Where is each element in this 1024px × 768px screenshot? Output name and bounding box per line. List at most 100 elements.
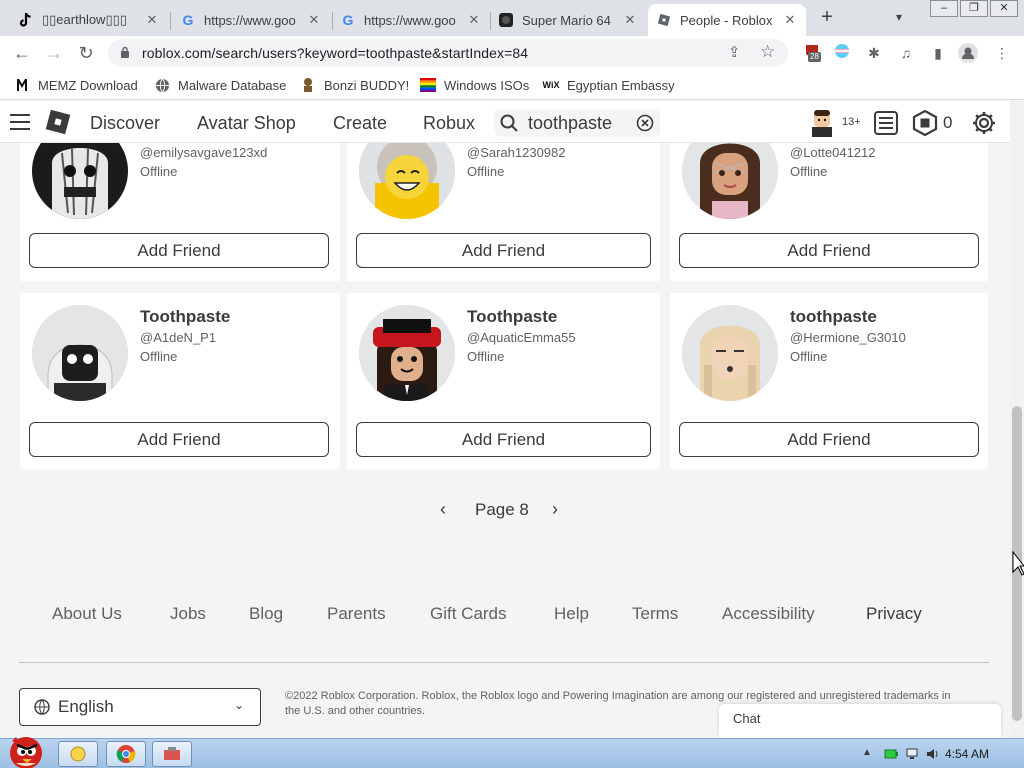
new-tab-button[interactable]: + [817,6,837,30]
settings-gear-icon[interactable] [971,110,997,136]
footer-link-terms[interactable]: Terms [632,604,678,624]
notifications-list-icon[interactable] [873,110,899,136]
presence-status: Offline [790,349,828,364]
user-card[interactable]: @Lotte041212 Offline Add Friend [670,143,988,281]
pride-extension-icon[interactable] [832,43,852,63]
network-icon[interactable] [906,747,920,761]
minimize-icon[interactable]: – [930,0,958,17]
address-bar[interactable]: roblox.com/search/users?keyword=toothpas… [108,39,788,67]
roblox-logo-icon[interactable] [45,109,71,135]
user-avatar-image[interactable] [359,305,455,401]
google-icon: G [182,12,194,28]
bookmark-memz[interactable]: MEMZ Download [14,77,138,93]
chevron-left-icon[interactable]: ‹ [440,499,446,520]
add-friend-button[interactable]: Add Friend [356,422,651,457]
tab-super-mario[interactable]: Super Mario 64 ✕ [490,4,646,36]
nav-robux[interactable]: Robux [423,113,475,134]
footer-link-gift-cards[interactable]: Gift Cards [430,604,507,624]
close-tab-icon[interactable]: ✕ [466,12,482,28]
tab-google-2[interactable]: G https://www.goo ✕ [332,4,490,36]
add-friend-button[interactable]: Add Friend [29,233,329,268]
volume-icon[interactable] [926,747,940,761]
chevron-down-icon: ⌄ [234,698,245,712]
user-avatar-image[interactable] [359,143,455,219]
hamburger-menu-icon[interactable] [10,114,30,130]
tray-expand-icon[interactable]: ▲ [862,747,876,761]
puzzle-extensions-icon[interactable]: ✱ [864,43,884,63]
footer-link-help[interactable]: Help [554,604,589,624]
user-avatar-image[interactable] [682,143,778,219]
close-tab-icon[interactable]: ✕ [306,12,322,28]
battery-icon[interactable] [884,747,898,761]
extension-icon[interactable]: 28 [802,43,822,63]
chevron-right-icon[interactable]: › [552,499,558,520]
media-controls-icon[interactable]: ♫ [896,43,916,63]
footer-links: About Us Jobs Blog Parents Gift Cards He… [52,604,952,626]
page-scrollbar[interactable] [1010,101,1024,738]
user-avatar[interactable] [809,109,835,137]
footer-link-parents[interactable]: Parents [327,604,386,624]
extension-badge: 28 [808,52,821,62]
forward-arrow-icon[interactable]: → [41,40,67,66]
display-name[interactable]: toothpaste [790,307,877,327]
tab-people-roblox[interactable]: People - Roblox ✕ [648,4,806,36]
taskbar-explorer[interactable] [58,741,98,767]
add-friend-button[interactable]: Add Friend [29,422,329,457]
tab-search-chevron-icon[interactable]: ▾ [896,6,902,28]
nav-create[interactable]: Create [333,113,387,134]
footer-link-blog[interactable]: Blog [249,604,283,624]
add-friend-button[interactable]: Add Friend [679,233,979,268]
age-badge: 13+ [842,116,861,128]
clear-search-icon[interactable] [636,114,654,132]
user-card[interactable]: @emilysavgave123xd Offline Add Friend [20,143,340,281]
footer-link-about-us[interactable]: About Us [52,604,122,624]
nav-avatar-shop[interactable]: Avatar Shop [197,113,296,134]
user-card[interactable]: Toothpaste @A1deN_P1 Offline Add Friend [20,293,340,469]
share-icon[interactable]: ⇪ [728,43,741,61]
user-card[interactable]: @Sarah1230982 Offline Add Friend [347,143,660,281]
nav-discover[interactable]: Discover [90,113,160,134]
bookmark-windows-isos[interactable]: Windows ISOs [420,77,529,93]
tab-google-1[interactable]: G https://www.goo ✕ [172,4,330,36]
close-tab-icon[interactable]: ✕ [622,12,638,28]
username: @Lotte041212 [790,145,876,160]
close-tab-icon[interactable]: ✕ [144,12,160,28]
search-input[interactable]: toothpaste [494,109,660,137]
tab-title: https://www.goo [204,12,296,28]
user-avatar-image[interactable] [32,305,128,401]
angry-bird-start-icon[interactable] [2,729,48,768]
taskbar-app[interactable] [152,741,192,767]
close-tab-icon[interactable]: ✕ [782,12,798,28]
bookmark-egyptian-embassy[interactable]: WiX Egyptian Embassy [543,77,675,93]
chat-panel[interactable]: Chat [719,704,1001,738]
clock[interactable]: 4:54 AM [945,747,989,761]
robux-icon[interactable] [912,110,938,136]
presence-status: Offline [467,164,505,179]
user-card[interactable]: toothpaste @Hermione_G3010 Offline Add F… [670,293,988,469]
profile-avatar-icon[interactable] [958,43,978,63]
bookmark-malware-database[interactable]: Malware Database [154,77,286,93]
close-window-icon[interactable]: ✕ [990,0,1018,17]
more-menu-icon[interactable]: ⋮ [992,43,1012,63]
app-icon [164,747,180,760]
user-avatar-image[interactable] [682,305,778,401]
reload-icon[interactable]: ↻ [73,40,99,66]
add-friend-button[interactable]: Add Friend [679,422,979,457]
bookmark-star-icon[interactable]: ☆ [760,42,775,62]
add-friend-button[interactable]: Add Friend [356,233,651,268]
footer-link-privacy[interactable]: Privacy [866,604,922,624]
user-avatar-image[interactable] [32,143,128,219]
footer-link-accessibility[interactable]: Accessibility [722,604,815,624]
user-card[interactable]: Toothpaste @AquaticEmma55 Offline Add Fr… [347,293,660,469]
back-arrow-icon[interactable]: ← [9,40,35,66]
taskbar-chrome[interactable] [106,741,146,767]
display-name[interactable]: Toothpaste [140,307,230,327]
tab-tiktok[interactable]: ▯▯earthlow▯▯▯ ✕ [10,4,168,36]
language-selector[interactable]: English ⌄ [19,688,261,726]
username: @Hermione_G3010 [790,330,906,345]
display-name[interactable]: Toothpaste [467,307,557,327]
side-panel-icon[interactable]: ▮ [928,43,948,63]
footer-link-jobs[interactable]: Jobs [170,604,206,624]
bookmark-bonzi-buddy[interactable]: Bonzi BUDDY! [300,77,409,93]
restore-icon[interactable]: ❐ [960,0,988,17]
